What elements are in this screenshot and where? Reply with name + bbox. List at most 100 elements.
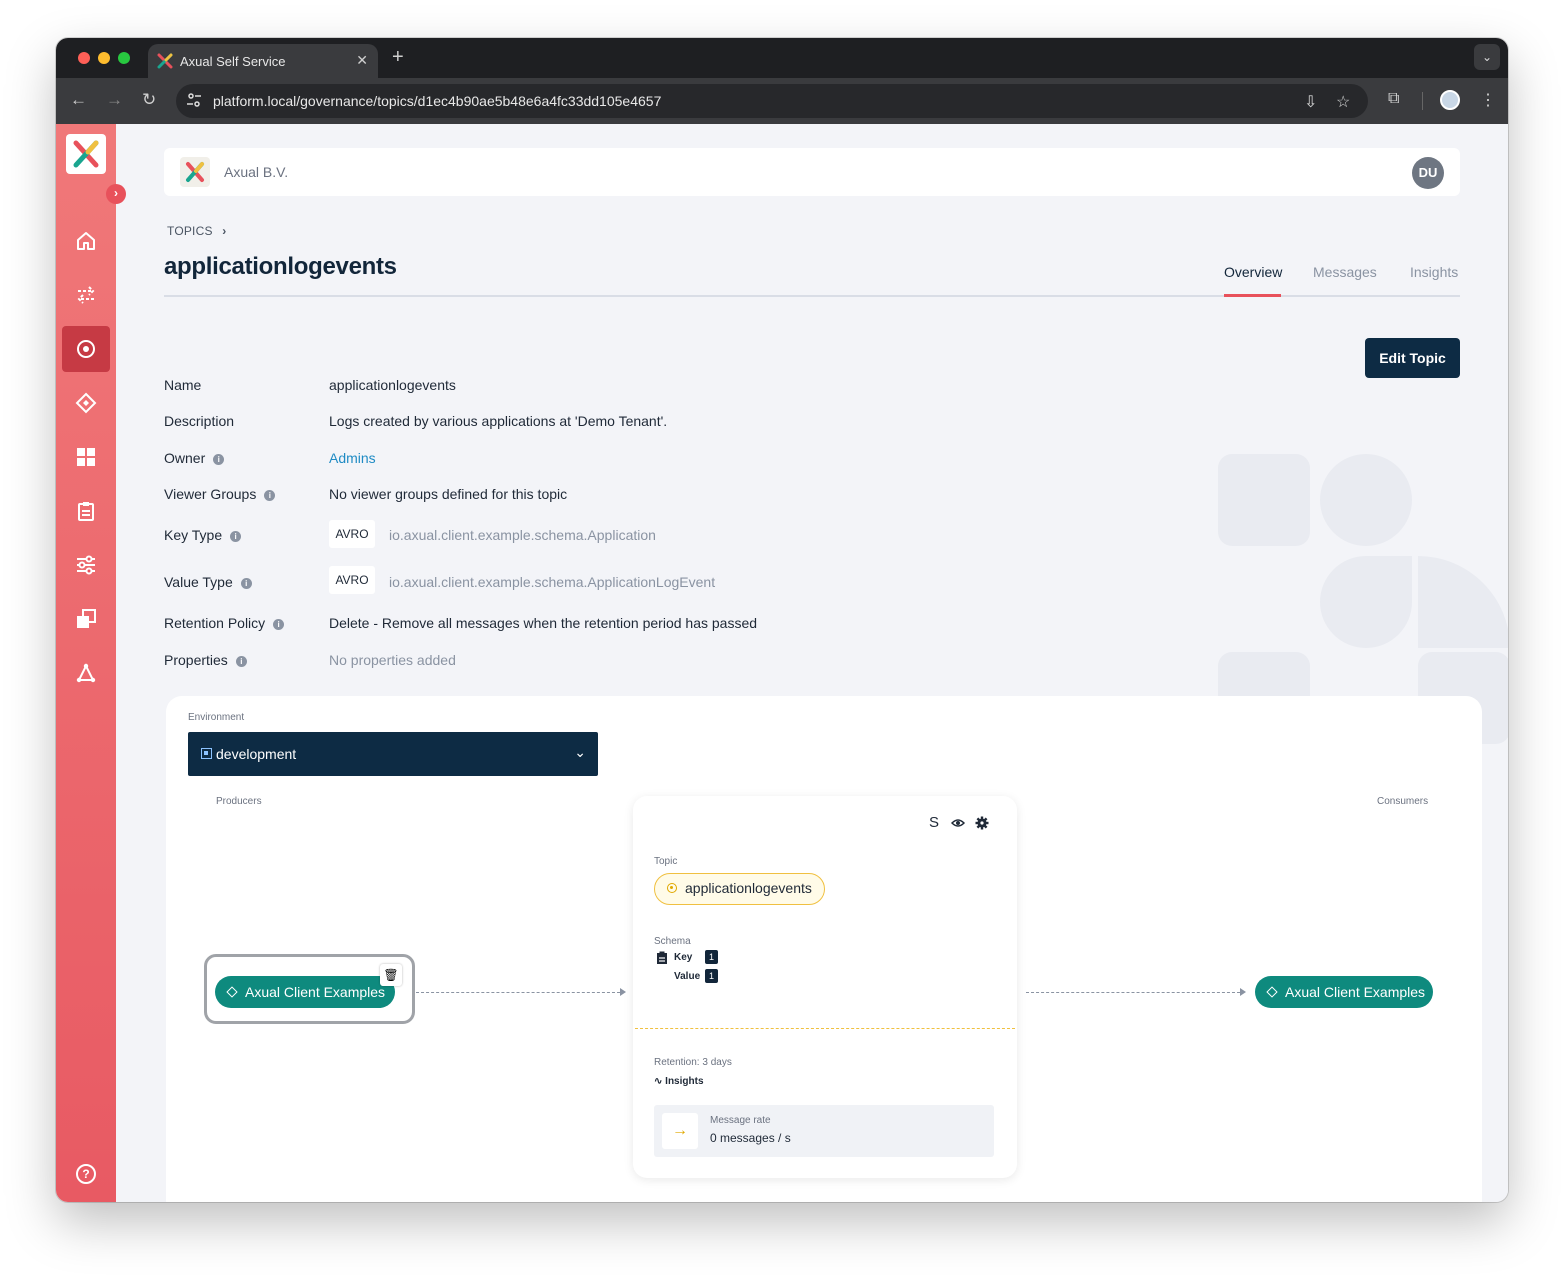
producer-app-name: Axual Client Examples [245,984,386,1000]
environment-select[interactable]: development ⌄ [188,732,598,776]
info-icon[interactable]: i [240,578,252,589]
axual-favicon-icon [157,53,173,69]
producer-app-pill[interactable]: Axual Client Examples [215,976,395,1008]
tab-insights[interactable]: Insights [1410,264,1458,280]
decorative-shape [1218,454,1310,546]
retention-policy-value: Delete - Remove all messages when the re… [329,615,758,631]
active-tab-indicator [1224,294,1281,297]
site-settings-icon[interactable] [186,92,202,108]
consumers-label: Consumers [1377,796,1429,807]
topic-name-pill[interactable]: applicationlogevents [654,873,825,905]
sidebar-item-applications[interactable] [62,380,110,426]
help-icon[interactable]: ? [76,1164,96,1184]
chevron-down-icon: ⌄ [574,744,586,760]
copy-stack-icon [77,609,96,628]
owner-link[interactable]: Admins [329,450,376,466]
delete-trash-icon[interactable]: 🗑 [380,964,402,986]
info-icon[interactable]: i [235,656,247,667]
consumer-app-pill[interactable]: Axual Client Examples [1255,976,1433,1008]
key-schema-name: io.axual.client.example.schema.Applicati… [389,527,656,543]
consumer-app-name: Axual Client Examples [1285,984,1426,1000]
maximize-window-button[interactable] [118,52,130,64]
info-icon[interactable]: i [230,531,242,542]
network-triangle-icon [76,663,96,683]
close-tab-icon[interactable]: ✕ [356,52,368,69]
value-type-format-chip: AVRO [329,566,375,594]
profile-avatar-icon[interactable] [1440,90,1460,110]
sidebar-item-environments[interactable] [62,596,110,642]
tab-messages[interactable]: Messages [1313,264,1377,280]
sidebar-item-streams[interactable] [62,272,110,318]
schema-key-version-badge[interactable]: 1 [705,950,718,964]
url-text: platform.local/governance/topics/d1ec4b9… [213,93,662,109]
properties-label-text: Properties [164,652,228,668]
retention-label-text: Retention Policy [164,615,266,631]
browser-tab-bar: Axual Self Service ✕ + ⌄ [56,38,1508,78]
decorative-shape [1320,556,1412,648]
breadcrumb-separator-icon: › [222,224,227,238]
arrow-head-icon [1240,988,1246,996]
back-arrow-icon[interactable]: ← [70,90,87,110]
sidebar-item-dashboard[interactable] [62,434,110,480]
install-app-icon[interactable]: ⇩ [1304,92,1317,112]
sidebar: › ? [56,124,126,1202]
close-window-button[interactable] [78,52,90,64]
browser-menu-icon[interactable]: ⋮ [1480,90,1496,110]
environment-panel: Environment development ⌄ Producers Cons… [166,696,1482,1202]
topic-icon [667,883,677,893]
schema-value-label: Value [674,971,701,982]
sidebar-item-topics[interactable] [62,326,110,372]
description-value: Logs created by various applications at … [329,413,668,429]
partition-dashed-line [635,1028,1015,1029]
sidebar-item-home[interactable] [62,218,110,264]
retention-policy-label: Retention Policy i [164,615,285,631]
new-tab-button[interactable]: + [392,46,404,69]
sidebar-item-network[interactable] [62,650,110,696]
user-avatar[interactable]: DU [1412,157,1444,189]
sidebar-item-settings[interactable] [62,542,110,588]
info-icon[interactable]: i [213,454,225,465]
application-diamond-icon [226,986,238,998]
environment-square-icon [201,748,212,759]
bookmark-star-icon[interactable]: ☆ [1336,92,1350,112]
producer-connector-line [416,992,620,993]
sidebar-expand-button[interactable]: › [106,184,126,204]
decorative-shape [1418,556,1508,648]
description-label: Description [164,413,235,429]
edit-topic-button[interactable]: Edit Topic [1365,338,1460,378]
axual-logo-icon [73,140,99,168]
insights-link[interactable]: ∿ Insights [654,1076,704,1087]
application-diamond-icon [75,392,97,414]
breadcrumb-topics-link[interactable]: TOPICS [167,224,213,238]
org-logo [180,157,210,187]
extensions-icon[interactable]: ⧉ [1388,90,1399,108]
topic-card: S Topic applicationlogevents Schema Key … [633,796,1017,1178]
sidebar-item-schemas[interactable] [62,488,110,534]
wave-icon: ∿ [654,1076,666,1087]
application-diamond-icon [1266,986,1278,998]
gear-icon[interactable] [975,816,989,830]
viewer-groups-label: Viewer Groups i [164,486,276,502]
retention-text: Retention: 3 days [654,1057,732,1068]
address-bar[interactable]: platform.local/governance/topics/d1ec4b9… [176,84,1368,118]
schema-value-version-badge[interactable]: 1 [705,969,718,983]
value-type-label: Value Type i [164,574,252,590]
eye-icon[interactable] [951,816,965,830]
browser-window: Axual Self Service ✕ + ⌄ ← → ↻ platform.… [56,38,1508,1202]
forward-arrow-icon[interactable]: → [106,90,123,110]
topic-icon [77,340,95,358]
browser-tab[interactable]: Axual Self Service ✕ [148,44,378,78]
tab-overview[interactable]: Overview [1224,264,1282,280]
reload-icon[interactable]: ↻ [142,90,156,110]
tab-search-chevron-icon[interactable]: ⌄ [1474,44,1500,70]
axual-logo[interactable] [66,134,106,174]
arrow-right-icon: → [662,1113,698,1149]
info-icon[interactable]: i [273,619,285,630]
insights-link-text: Insights [665,1076,704,1087]
minimize-window-button[interactable] [98,52,110,64]
stream-s-icon[interactable]: S [929,814,939,831]
key-type-label: Key Type i [164,527,242,543]
page-title: applicationlogevents [164,253,397,280]
info-icon[interactable]: i [264,490,276,501]
producers-label: Producers [216,796,262,807]
